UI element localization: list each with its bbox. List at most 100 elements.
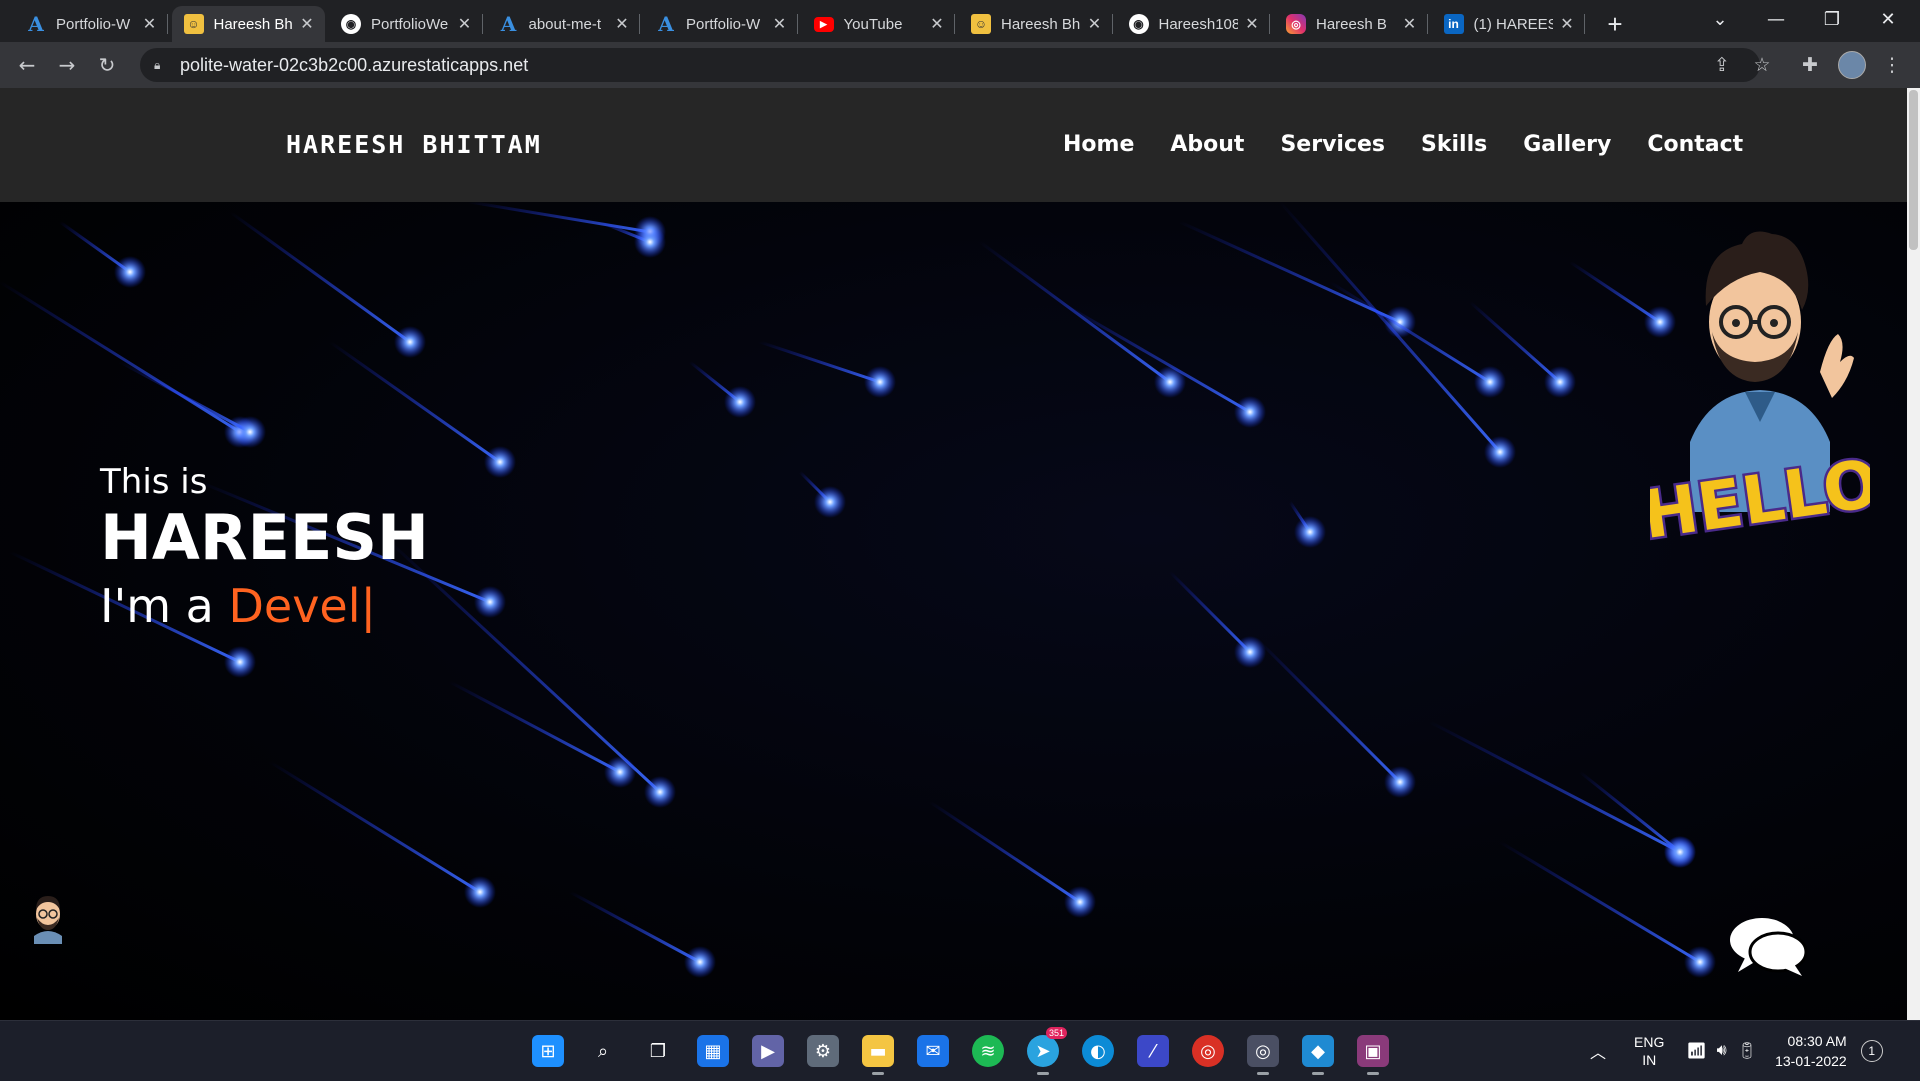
close-tab-icon[interactable]: ✕ [1087,14,1103,34]
nav-link-services[interactable]: Services [1280,132,1385,157]
bookmark-star-icon[interactable]: ☆ [1748,51,1776,79]
small-avatar-icon[interactable] [28,892,68,944]
browser-tab[interactable]: A Portfolio-W ✕ [644,6,798,42]
lock-icon[interactable]: 🔒︎ [154,58,168,72]
meteor-glow [1234,636,1266,668]
browser-tab[interactable]: Aabout-me-t ✕ [487,6,640,42]
azure-icon: A [500,12,517,36]
tab-title: (1) HAREES [1473,15,1554,33]
meteor-trail [928,800,1082,904]
nav-link-home[interactable]: Home [1063,132,1134,157]
app-icon[interactable]: ⁄ [1137,1035,1169,1067]
reload-icon[interactable]: ↻ [92,50,122,80]
site-favicon: ☺ [971,14,991,34]
close-tab-icon[interactable]: ✕ [142,14,158,34]
typed-role: Devel [228,579,361,633]
meteor-trail [1178,220,1402,324]
browser-tab[interactable]: ◎ Hareesh B ✕ [1274,6,1428,42]
wifi-icon[interactable]: 📶︎ [1686,1041,1706,1061]
browser-tab[interactable]: ◉ PortfolioWe ✕ [329,6,483,42]
hero-section: This is HAREESH I'm a Devel| HELLO [0,202,1907,1020]
widgets-icon[interactable]: ▦ [697,1035,729,1067]
system-tray: ︿ ENG IN 📶︎ 🔊︎ 🔋︎ 08:30 AM 13-01-2022 1 [1590,1031,1883,1071]
meteor-trail [328,340,502,464]
browser-tab[interactable]: ◉ Hareesh108 ✕ [1117,6,1270,42]
meteor-glow [1384,766,1416,798]
clock-time: 08:30 AM [1787,1033,1847,1049]
telegram-icon[interactable]: ➤ 351 [1027,1027,1067,1075]
role-prefix: I'm a [100,579,229,633]
new-tab-button[interactable]: + [1600,8,1630,39]
tab-separator [639,14,640,34]
chat-icon[interactable] [1728,914,1808,980]
url-text[interactable]: polite-water-02c3b2c00.azurestaticapps.n… [180,55,528,76]
meteor-trail [448,680,622,774]
scrollbar-thumb[interactable] [1909,90,1918,250]
browser-tab[interactable]: in (1) HAREES ✕ [1432,6,1585,42]
teams-icon[interactable]: ▣ [1357,1035,1389,1075]
file-explorer-icon[interactable]: ▬ [862,1035,894,1075]
edge-icon[interactable]: ◐ [1082,1035,1114,1067]
close-tab-icon[interactable]: ✕ [1244,14,1260,34]
close-window-icon[interactable]: ✕ [1868,4,1908,36]
chevron-up-icon[interactable]: ︿ [1590,1039,1606,1063]
tab-separator [481,14,483,34]
meteor-glow [114,256,146,288]
nav-link-skills[interactable]: Skills [1421,132,1487,157]
running-indicator [1037,1072,1049,1075]
teams-chat-icon[interactable]: ▶ [752,1035,784,1067]
nav-link-about[interactable]: About [1170,132,1244,157]
hello-sticker-text: HELLO [1650,445,1870,552]
mail-icon[interactable]: ✉ [917,1035,949,1067]
restore-icon[interactable]: ❐ [1812,4,1852,36]
close-tab-icon[interactable]: ✕ [1559,14,1575,34]
menu-kebab-icon[interactable]: ⋮ [1878,51,1906,79]
meteor-trail [1578,770,1682,854]
back-icon[interactable]: ← [12,50,42,80]
browser-tab[interactable]: A Portfolio-W ✕ [14,6,168,42]
meteor-glow [814,486,846,518]
page-scrollbar[interactable] [1907,88,1920,1020]
browser-tab[interactable]: ☺ Hareesh Bh ✕ [959,6,1113,42]
tab-title: Hareesh Bh [213,15,293,33]
tab-separator [1111,14,1113,34]
vscode-icon[interactable]: ◆ [1302,1035,1334,1075]
notification-badge[interactable]: 1 [1860,1040,1883,1062]
chrome-icon[interactable]: ◎ [1192,1035,1224,1067]
nav-link-contact[interactable]: Contact [1647,132,1743,157]
browser-tab[interactable]: ☺ Hareesh Bh ✕ [171,6,325,42]
address-bar[interactable]: 🔒︎ polite-water-02c3b2c00.azurestaticapp… [140,48,1760,82]
tab-separator [1426,14,1428,34]
site-header: HAREESH BHITTAM Home About Services Skills G… [0,88,1907,202]
close-tab-icon[interactable]: ✕ [299,14,315,34]
close-tab-icon[interactable]: ✕ [1402,14,1418,34]
youtube-icon: ▶ [813,16,834,32]
close-tab-icon[interactable]: ✕ [929,14,945,34]
site-logo[interactable]: HAREESH BHITTAM [286,130,542,159]
tab-title: Portfolio-W [56,15,131,33]
spotify-icon[interactable]: ≋ [972,1035,1004,1067]
browser-tab[interactable]: ▶ YouTube ✕ [802,6,955,42]
start-icon[interactable]: ⊞ [532,1035,564,1067]
running-indicator [1257,1072,1269,1075]
close-tab-icon[interactable]: ✕ [614,14,630,34]
nav-link-gallery[interactable]: Gallery [1523,132,1611,157]
close-tab-icon[interactable]: ✕ [457,14,473,34]
meteor-glow [1294,516,1326,548]
close-tab-icon[interactable]: ✕ [772,14,788,34]
settings-icon[interactable]: ⚙ [807,1035,839,1067]
tab-search-chevron-icon[interactable]: ⌄ [1700,4,1740,36]
share-icon[interactable]: ⇪ [1708,51,1736,79]
meteor-glow [394,326,426,358]
language-indicator[interactable]: ENG IN [1634,1033,1664,1069]
search-icon[interactable]: ⌕ [587,1035,619,1067]
extensions-icon[interactable]: ✚ [1796,51,1824,79]
battery-icon[interactable]: 🔋︎ [1737,1041,1757,1061]
chrome-profile-icon[interactable]: ◎ [1247,1035,1279,1075]
minimize-icon[interactable]: — [1756,4,1796,36]
task-view-icon[interactable]: ❐ [642,1035,674,1067]
volume-icon[interactable]: 🔊︎ [1717,1042,1727,1060]
forward-icon[interactable]: → [52,50,82,80]
clock[interactable]: 08:30 AM 13-01-2022 [1775,1031,1847,1071]
profile-avatar[interactable] [1838,51,1866,79]
